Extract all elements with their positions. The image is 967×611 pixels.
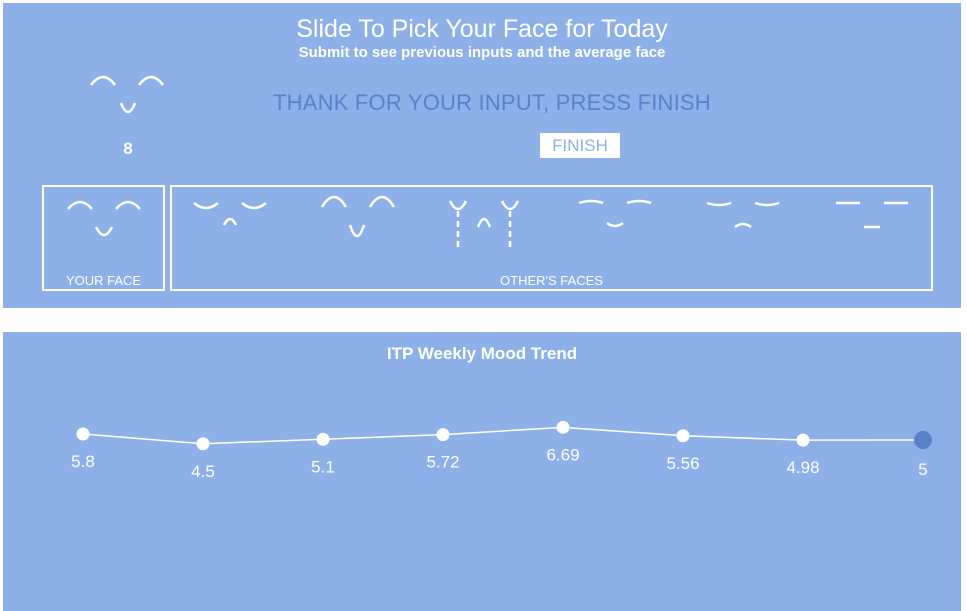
data-point[interactable]: [676, 429, 690, 443]
others-faces-label: OTHER'S FACES: [500, 273, 603, 288]
data-label: 4.98: [786, 458, 819, 477]
smiling-face-icon: [67, 200, 141, 237]
status-message: THANK FOR YOUR INPUT, PRESS FINISH: [273, 90, 711, 115]
data-point[interactable]: [796, 433, 810, 447]
page-subtitle: Submit to see previous inputs and the av…: [298, 44, 666, 61]
face-picker-panel: Slide To Pick Your Face for Today Submit…: [3, 3, 961, 308]
data-point[interactable]: [914, 431, 932, 449]
data-point[interactable]: [196, 437, 210, 451]
crying-face-icon: [448, 200, 520, 247]
data-label: 5.56: [666, 454, 699, 473]
data-label: 5.72: [426, 453, 459, 472]
mood-trend-chart: 5.8 4.5 5.1 5.72 6.69 5.56 4.98 5: [71, 420, 932, 481]
data-label: 5.1: [311, 457, 335, 476]
sad-face-icon: [193, 202, 267, 226]
slider-value: 8: [123, 139, 133, 158]
neutral-face-icon: [578, 199, 652, 228]
data-label: 5: [918, 460, 927, 479]
data-point[interactable]: [76, 427, 90, 441]
others-faces-box: OTHER'S FACES: [170, 185, 933, 291]
your-face-label: YOUR FACE: [65, 273, 142, 288]
data-point[interactable]: [556, 420, 570, 434]
data-point[interactable]: [436, 428, 450, 442]
data-label: 4.5: [191, 462, 215, 481]
page-title: Slide To Pick Your Face for Today: [296, 15, 668, 43]
chart-title: ITP Weekly Mood Trend: [386, 344, 578, 363]
your-face-box: YOUR FACE: [42, 185, 165, 291]
smiling-face-icon: [320, 195, 396, 238]
data-label: 5.8: [71, 452, 95, 471]
data-label: 6.69: [546, 445, 579, 464]
slider-face-icon[interactable]: [83, 69, 173, 129]
data-point[interactable]: [316, 432, 330, 446]
mood-trend-panel: 5.8 4.5 5.1 5.72 6.69 5.56 4.98 5 ITP Weekly Mo…: [3, 332, 961, 611]
finish-button[interactable]: FINISH: [540, 133, 620, 158]
frowning-face-icon: [706, 201, 780, 229]
flat-face-icon: [836, 201, 908, 229]
